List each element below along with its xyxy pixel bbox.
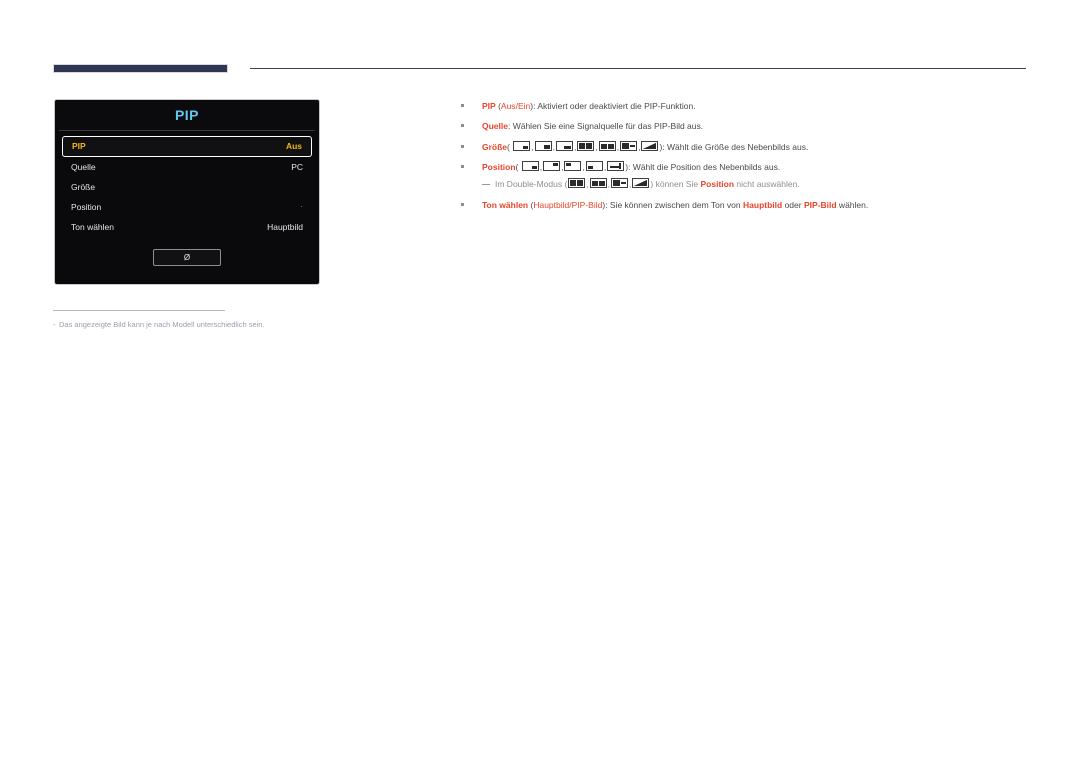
osd-row-quelle-label: Quelle	[71, 162, 96, 172]
bullet-icon	[461, 144, 464, 148]
doc-option-aus: Aus	[500, 101, 516, 111]
osd-pip-panel: PIP PIP Aus Quelle PC Größe Position · T…	[54, 99, 320, 285]
documentation-list: PIP (Aus/Ein): Aktiviert oder deaktivier…	[458, 100, 1033, 219]
osd-row-ton-waehlen-value: Hauptbild	[267, 222, 303, 232]
doc-icons-open-position: (	[515, 161, 521, 172]
doc-term-position: Position	[482, 161, 516, 172]
size-small-icon	[513, 140, 531, 151]
osd-row-pip-value: Aus	[285, 141, 302, 151]
note-prefix: Im Double-Modus (	[495, 179, 568, 190]
doc-desc-quelle: : Wählen Sie eine Signalquelle für das P…	[507, 121, 704, 132]
note-term-position: Position	[700, 179, 735, 190]
bullet-icon	[461, 104, 464, 107]
doc-term-groesse: Größe	[482, 141, 508, 152]
pos-top-right-icon	[543, 160, 561, 171]
footnote-text-row: - Das angezeigte Bild kann je nach Modell…	[53, 320, 373, 330]
doc-item-ton-waehlen-line: Ton wählen (Hauptbild/PIP-Bild): Sie kön…	[482, 200, 868, 210]
osd-row-position-label: Position	[71, 202, 102, 212]
double-diagonal-icon	[632, 178, 650, 189]
pos-bottom-left-icon	[585, 160, 603, 171]
page-header-rule	[53, 62, 1026, 76]
double-wide-icon	[589, 178, 607, 189]
double-left-icon	[611, 178, 629, 189]
doc-desc-groesse: ): Wählt die Größe des Nebenbilds aus.	[659, 141, 809, 152]
doc-term-ton-waehlen: Ton wählen	[482, 199, 529, 210]
footnote-block: - Das angezeigte Bild kann je nach Modell…	[53, 310, 373, 330]
osd-row-ton-waehlen[interactable]: Ton wählen Hauptbild	[62, 217, 312, 237]
doc-item-pip-line: PIP (Aus/Ein): Aktiviert oder deaktivier…	[482, 101, 696, 111]
osd-row-groesse-label: Größe	[71, 182, 96, 192]
size-large-icon	[555, 140, 573, 151]
pos-move-icon	[607, 160, 625, 171]
doc-option-hauptbild: Hauptbild	[533, 199, 570, 210]
note-suffix: nicht auswählen.	[734, 179, 800, 190]
osd-panel-title: PIP	[55, 100, 319, 130]
doc-item-pip: PIP (Aus/Ein): Aktiviert oder deaktivier…	[458, 100, 1033, 112]
doc-item-position: Position( ,,,,): Wählt die Position des …	[458, 160, 1033, 191]
size-medium-icon	[534, 140, 552, 151]
osd-row-groesse[interactable]: Größe	[62, 177, 312, 197]
doc-icons-open-groesse: (	[507, 141, 513, 152]
osd-row-position-value: ·	[300, 202, 303, 211]
doc-item-groesse: Größe( ,,,,,,): Wählt die Größe des Nebe…	[458, 140, 1033, 153]
header-tab-block	[53, 64, 228, 73]
footnote-divider	[53, 310, 225, 311]
footnote-text: Das angezeigte Bild kann je nach Modell …	[59, 320, 265, 329]
doc-desc-term-pip-bild: PIP-Bild	[803, 199, 837, 210]
double-wide-icon	[598, 140, 616, 151]
doc-item-groesse-line: Größe( ,,,,,,): Wählt die Größe des Nebe…	[482, 140, 809, 152]
doc-term-quelle: Quelle	[482, 121, 508, 132]
pos-bottom-right-icon	[521, 160, 539, 171]
note-dash-icon	[482, 184, 490, 186]
doc-desc-end-ton: wählen.	[836, 199, 869, 210]
doc-desc-mid-ton: oder	[782, 199, 804, 210]
doc-desc-term-hauptbild: Hauptbild	[743, 199, 783, 210]
doc-item-position-line: Position( ,,,,): Wählt die Position des …	[482, 160, 781, 172]
osd-footer: Ø	[55, 247, 319, 266]
bullet-icon	[461, 202, 464, 206]
doc-option-ein: Ein	[517, 101, 531, 111]
double-half-icon	[577, 140, 595, 151]
osd-confirm-button[interactable]: Ø	[153, 249, 221, 266]
note-middle: ) können Sie	[650, 179, 701, 190]
header-divider-line	[250, 68, 1026, 69]
double-diagonal-icon	[641, 140, 659, 151]
osd-row-quelle[interactable]: Quelle PC	[62, 157, 312, 177]
doc-term-pip: PIP	[482, 101, 496, 111]
doc-desc-pip: : Aktiviert oder deaktiviert die PIP-Fun…	[533, 101, 696, 111]
bullet-icon	[461, 124, 464, 128]
doc-item-quelle-line: Quelle: Wählen Sie eine Signalquelle für…	[482, 121, 703, 131]
doc-item-ton-waehlen: Ton wählen (Hauptbild/PIP-Bild): Sie kön…	[458, 199, 1033, 211]
doc-desc-position: ): Wählt die Position des Nebenbilds aus…	[625, 161, 781, 172]
osd-row-position[interactable]: Position ·	[62, 197, 312, 217]
doc-item-quelle: Quelle: Wählen Sie eine Signalquelle für…	[458, 120, 1033, 132]
osd-row-ton-waehlen-label: Ton wählen	[71, 222, 115, 232]
double-half-icon	[568, 178, 586, 189]
osd-row-pip[interactable]: PIP Aus	[62, 136, 312, 157]
pos-top-left-icon	[564, 160, 582, 171]
doc-desc-ton: : Sie können zwischen dem Ton von	[605, 199, 744, 210]
doc-option-pip-bild: PIP-Bild	[571, 199, 603, 210]
osd-row-quelle-value: PC	[291, 162, 303, 172]
double-left-icon	[620, 140, 638, 151]
osd-menu-list: PIP Aus Quelle PC Größe Position · Ton w…	[55, 131, 319, 237]
doc-note-double-modus: Im Double-Modus (,,,) können Sie Positio…	[482, 178, 1033, 190]
bullet-icon	[461, 164, 464, 168]
osd-row-pip-label: PIP	[72, 141, 86, 151]
